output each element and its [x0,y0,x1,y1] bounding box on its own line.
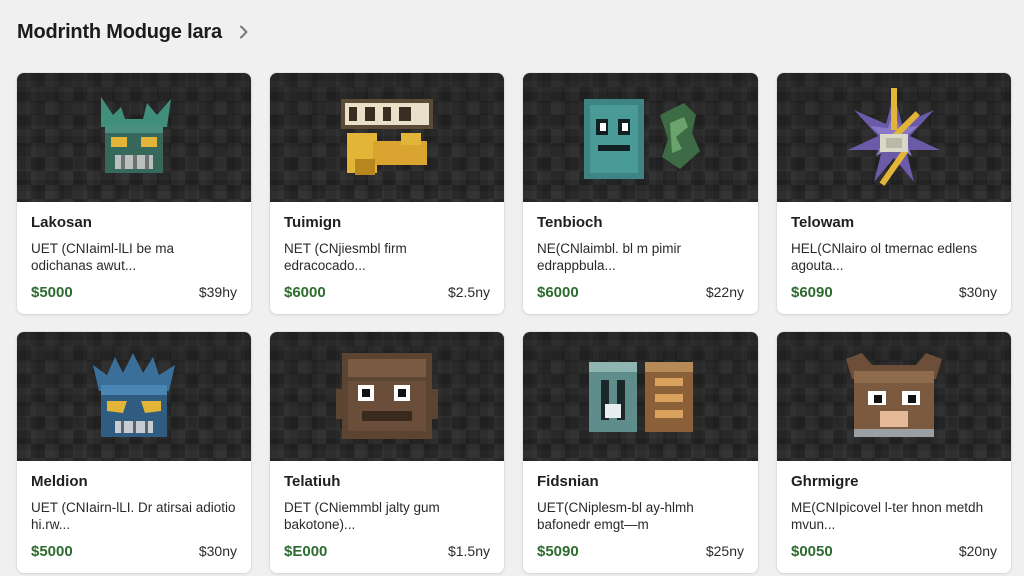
mod-description: ME(CNIpicovel l-ter hnon metdh mvun... [791,500,984,532]
rune-blocks-icon [588,361,693,432]
mod-price: $6000 [537,284,579,301]
mod-card[interactable]: Tuimign NET (CNjiesmbl firm edracocado..… [270,73,504,314]
mod-rate: $25ny [705,543,744,559]
mod-description: UET(CNiplesm-bl ay-hlmh bafonedr emgt—m [537,500,694,532]
mod-description: DET (CNiemmbl jalty gum bakotone)... [284,500,440,532]
mod-thumbnail [17,73,251,202]
mod-price: $5000 [31,543,73,560]
mod-thumbnail [777,332,1011,461]
mod-rate: $39hy [198,284,237,300]
mod-name: Tenbioch [537,214,603,231]
gold-block-icon [341,98,433,175]
page-title: Modrinth Moduge lara [17,20,222,43]
mod-price: $5000 [31,284,73,301]
mod-card[interactable]: Fidsnian UET(CNiplesm-bl ay-hlmh bafoned… [523,332,758,573]
mod-rate: $30ny [958,284,997,300]
mod-price: $5090 [537,543,579,560]
mod-price: $0050 [791,543,833,560]
mod-name: Lakosan [31,214,92,231]
mod-thumbnail [777,73,1011,202]
teal-creature-icon [101,96,171,173]
mod-rate: $2.5ny [447,284,490,300]
page-header: Modrinth Moduge lara [17,18,252,46]
mod-card[interactable]: Ghrmigre ME(CNIpicovel l-ter hnon metdh … [777,332,1011,573]
mod-card[interactable]: Tenbioch NE(CNlaimbl. bl m pimir edrappb… [523,73,758,314]
mod-name: Ghrmigre [791,473,859,490]
mod-price: $6090 [791,284,833,301]
mod-rate: $20ny [958,543,997,559]
mod-description: NET (CNjiesmbl firm edracocado... [284,241,407,273]
mod-name: Telowam [791,214,855,231]
mod-thumbnail [270,332,504,461]
mod-description: NE(CNlaimbl. bl m pimir edrappbula... [537,241,682,273]
mod-description: UET (CNIaiml-lLI be ma odichanas awut... [31,241,175,273]
mod-price: $6000 [284,284,326,301]
mod-thumbnail [523,332,758,461]
wood-golem-icon [336,352,438,439]
chevron-right-icon[interactable] [236,24,252,40]
mod-description: HEL(CNlairo ol tmernac edlens agouta... [791,241,978,273]
blue-dragon-icon [93,352,175,437]
star-crystal-icon [848,87,940,186]
mod-thumbnail [523,73,758,202]
mod-name: Meldion [31,473,88,490]
mod-price: $E000 [284,543,328,560]
mod-grid: Lakosan UET (CNIaiml-lLI be ma odichanas… [17,73,1011,573]
mod-card[interactable]: Telatiuh DET (CNiemmbl jalty gum bakoton… [270,332,504,573]
mod-card[interactable]: Meldion UET (CNIairn-lLI. Dr atirsai adi… [17,332,251,573]
mod-rate: $22ny [705,284,744,300]
mod-name: Tuimign [284,214,342,231]
mod-description: UET (CNIairn-lLI. Dr atirsai adiotio hi.… [31,500,236,532]
teal-golem-icon [583,98,700,179]
mod-thumbnail [17,332,251,461]
mod-name: Fidsnian [537,473,599,490]
mod-thumbnail [270,73,504,202]
brown-creature-icon [846,352,942,437]
mod-rate: $1.5ny [447,543,490,559]
mod-card[interactable]: Lakosan UET (CNIaiml-lLI be ma odichanas… [17,73,251,314]
mod-card[interactable]: Telowam HEL(CNlairo ol tmernac edlens ag… [777,73,1011,314]
mod-rate: $30ny [198,543,237,559]
mod-name: Telatiuh [284,473,341,490]
